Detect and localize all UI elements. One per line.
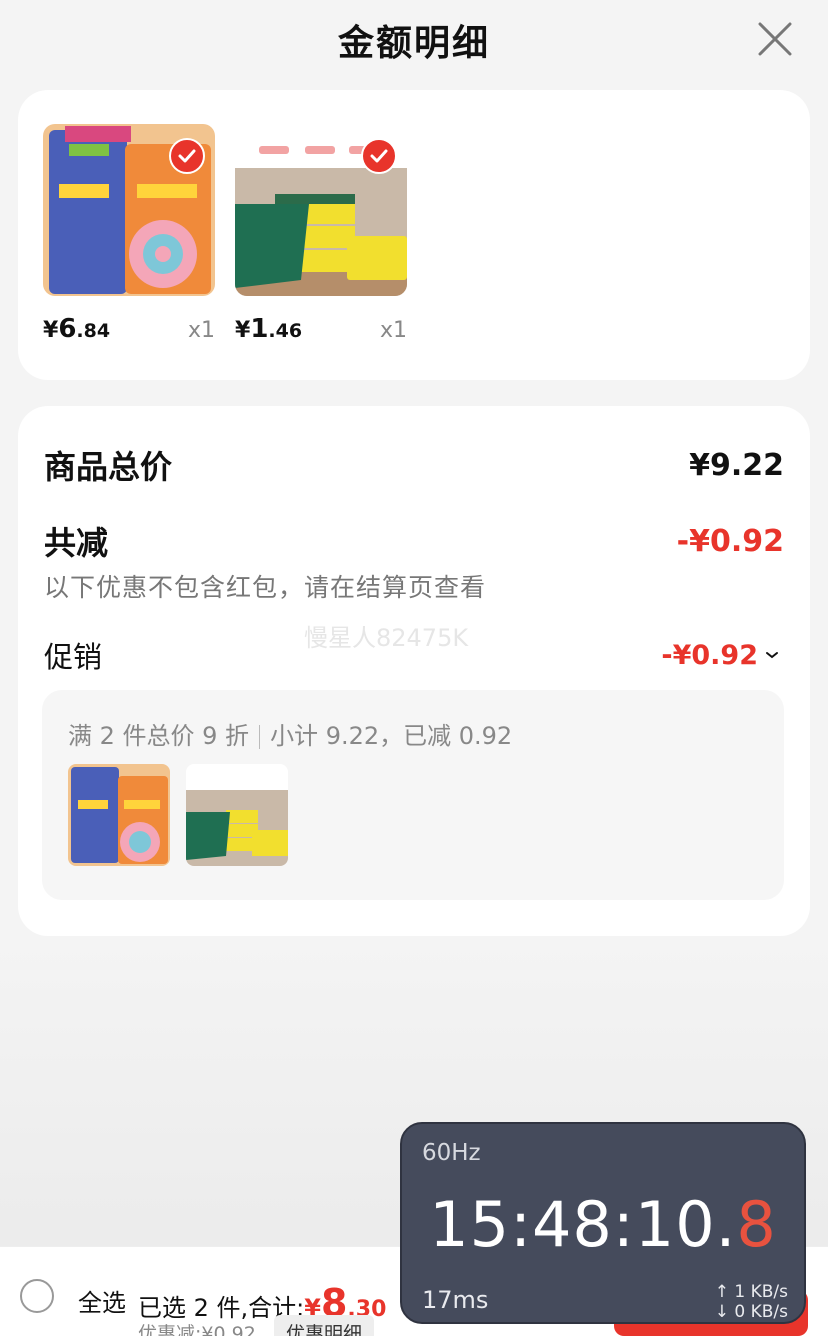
reduction-row: 共减 -¥0.92 [44, 518, 784, 564]
divider [259, 725, 261, 749]
page-title: 金额明细 [337, 23, 490, 64]
item-quantity: x1 [379, 318, 407, 343]
promotion-rule: 满 2 件总价 9 折 [68, 722, 250, 750]
clock-last-digit: 8 [736, 1188, 777, 1261]
sheet-header: 金额明细 [0, 0, 828, 80]
discount-amount: 优惠减:¥0.92 [138, 1323, 256, 1336]
chevron-down-icon [766, 652, 778, 659]
fps-overlay: 60Hz 15:48:10.8 17ms ↑ 1 KB/s ↓ 0 KB/s [400, 1122, 806, 1324]
promotion-thumb-sponge [186, 764, 288, 866]
check-icon[interactable] [169, 138, 205, 174]
reduction-label: 共减 [44, 524, 109, 562]
total-price-label: 商品总价 [44, 448, 173, 486]
discount-note: 以下优惠不包含红包，请在结算页查看 [44, 573, 487, 602]
product-item[interactable]: ¥1.46 x1 [235, 124, 407, 344]
product-image-candy [43, 124, 215, 296]
total-price-row: 商品总价 ¥9.22 [44, 442, 784, 488]
promotion-subtotal: 小计 9.22，已减 0.92 [270, 722, 513, 750]
item-quantity: x1 [187, 318, 215, 343]
promotion-amount: -¥0.92 [661, 639, 758, 671]
reduction-value: -¥0.92 [676, 523, 784, 559]
promotion-label: 促销 [44, 640, 103, 674]
download-speed: ↓ 0 KB/s [714, 1302, 788, 1322]
promotion-row[interactable]: 促销 -¥0.92 [44, 634, 780, 676]
select-all-label[interactable]: 全选 [78, 1283, 126, 1318]
refresh-rate: 60Hz [422, 1140, 481, 1166]
upload-speed: ↑ 1 KB/s [714, 1282, 788, 1302]
network-speed: ↑ 1 KB/s ↓ 0 KB/s [715, 1282, 788, 1322]
select-all-radio-icon[interactable] [20, 1279, 54, 1313]
total-price-value: ¥9.22 [689, 447, 784, 483]
close-icon[interactable] [756, 20, 794, 58]
clock-display: 15:48:10.8 [402, 1188, 804, 1261]
promotion-value[interactable]: -¥0.92 [661, 640, 780, 671]
item-price: ¥1.46 [235, 314, 303, 344]
price-summary-card: 商品总价 ¥9.22 共减 -¥0.92 以下优惠不包含红包，请在结算页查看 慢… [18, 406, 810, 936]
frame-latency: 17ms [422, 1286, 489, 1314]
promotion-description: 满 2 件总价 9 折小计 9.22，已减 0.92 [68, 716, 512, 751]
clock-main: 15:48:10. [429, 1188, 737, 1261]
product-item[interactable]: ¥6.84 x1 [43, 124, 215, 344]
item-price: ¥6.84 [43, 314, 111, 344]
promotion-thumb-candy [68, 764, 170, 866]
items-card: ¥6.84 x1 ¥1.46 x1 [18, 90, 810, 380]
product-image-sponge [235, 124, 407, 296]
promotion-detail-box: 满 2 件总价 9 折小计 9.22，已减 0.92 [42, 690, 784, 900]
discount-detail-button[interactable]: 优惠明细 [274, 1315, 375, 1336]
check-icon[interactable] [361, 138, 397, 174]
